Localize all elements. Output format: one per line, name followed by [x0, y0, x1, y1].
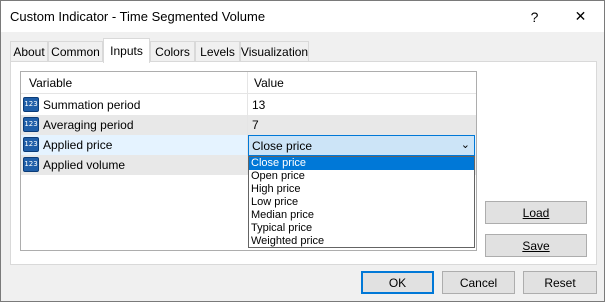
row-label: Applied price — [43, 138, 113, 152]
save-label: Save — [522, 238, 550, 253]
row-label: Averaging period — [43, 118, 134, 132]
grid-row-averaging-period[interactable]: 123 Averaging period 7 — [21, 115, 476, 135]
option-open-price[interactable]: Open price — [249, 170, 474, 183]
save-button[interactable]: Save — [485, 234, 587, 257]
integer-icon: 123 — [23, 157, 39, 172]
integer-icon: 123 — [23, 137, 39, 152]
close-button[interactable]: ✕ — [558, 1, 603, 32]
option-typical-price[interactable]: Typical price — [249, 222, 474, 235]
integer-icon: 123 — [23, 97, 39, 112]
tab-visualization[interactable]: Visualization — [240, 41, 309, 62]
option-median-price[interactable]: Median price — [249, 209, 474, 222]
row-label: Summation period — [43, 98, 141, 112]
option-high-price[interactable]: High price — [249, 183, 474, 196]
applied-price-select[interactable]: Close price ⌄ — [248, 135, 475, 156]
tab-colors[interactable]: Colors — [150, 41, 195, 62]
header-variable[interactable]: Variable — [29, 76, 72, 90]
select-value: Close price — [252, 139, 313, 153]
integer-icon: 123 — [23, 117, 39, 132]
option-low-price[interactable]: Low price — [249, 196, 474, 209]
load-button[interactable]: Load — [485, 201, 587, 224]
help-button[interactable]: ? — [512, 1, 557, 32]
tab-inputs[interactable]: Inputs — [103, 38, 150, 63]
header-value[interactable]: Value — [254, 76, 284, 90]
chevron-down-icon[interactable]: ⌄ — [461, 138, 470, 151]
cancel-button[interactable]: Cancel — [442, 271, 515, 294]
ok-button[interactable]: OK — [361, 271, 434, 294]
title-bar: Custom Indicator - Time Segmented Volume… — [1, 1, 604, 32]
grid-row-summation-period[interactable]: 123 Summation period 13 — [21, 95, 476, 115]
window-title: Custom Indicator - Time Segmented Volume — [10, 9, 266, 24]
option-close-price[interactable]: Close price — [249, 157, 474, 170]
row-value[interactable]: 7 — [252, 118, 259, 132]
tab-levels[interactable]: Levels — [195, 41, 240, 62]
reset-button[interactable]: Reset — [523, 271, 597, 294]
tab-common[interactable]: Common — [48, 41, 103, 62]
grid-header: Variable Value — [21, 72, 476, 94]
dialog-window: Custom Indicator - Time Segmented Volume… — [0, 0, 605, 302]
price-dropdown-list[interactable]: Close price Open price High price Low pr… — [248, 156, 475, 248]
row-value[interactable]: 13 — [252, 98, 265, 112]
header-separator[interactable] — [247, 72, 248, 94]
tab-about[interactable]: About — [10, 41, 48, 62]
load-label: Load — [522, 205, 550, 220]
row-label: Applied volume — [43, 158, 126, 172]
option-weighted-price[interactable]: Weighted price — [249, 235, 474, 248]
